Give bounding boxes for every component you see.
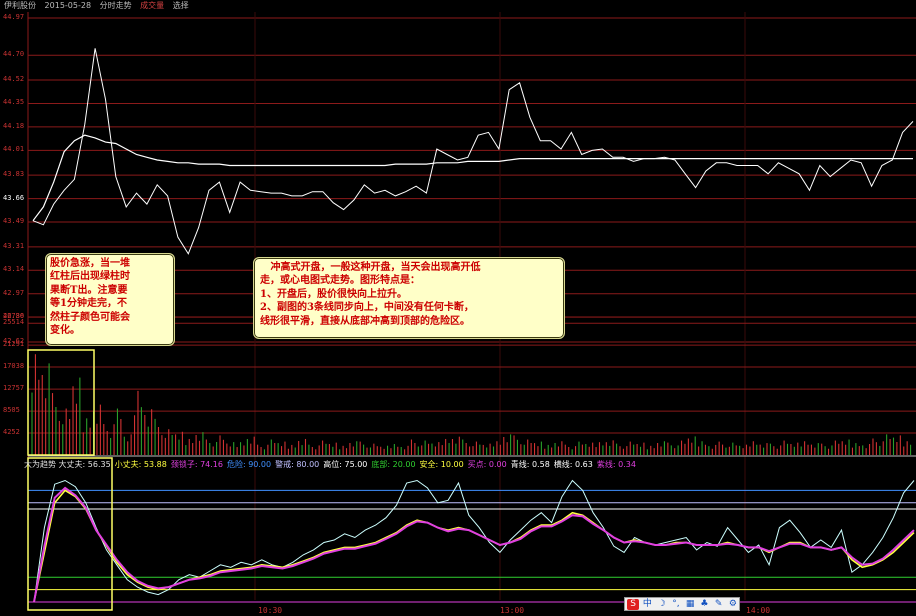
callout-line: 变化。: [50, 325, 80, 337]
indicator-legend-item: 危险: 90.00: [226, 460, 272, 469]
price-tick-label: 44.97: [3, 13, 25, 21]
indicator-legend-item: 大为趋势 大丈夫: 56.35: [24, 460, 111, 469]
price-tick-label: 43.49: [3, 217, 25, 226]
price-tick-label: 42.97: [3, 288, 25, 297]
callout-line: 走，或心电图式走势。图形特点是：: [260, 275, 420, 287]
volume-tick-label: 25514: [3, 318, 25, 327]
price-tick-label: 44.70: [3, 50, 25, 59]
skin-icon[interactable]: ♣: [698, 599, 710, 610]
callout-line: 2、副图的3条线同步向上，中间没有任何卡断，: [260, 302, 474, 314]
volume-tick-label: 17038: [3, 362, 25, 371]
stock-name: 伊利股份: [4, 1, 36, 10]
average-price-line: [32, 134, 913, 222]
price-line: [32, 48, 914, 255]
indicator-legend-item: 横线: 0.63: [553, 460, 593, 469]
price-tick-label: 43.83: [3, 170, 25, 179]
callout-line: 红柱后出现绿柱时: [50, 271, 130, 283]
indicator-legend-item: 买点: 0.00: [467, 460, 507, 469]
volume-tick-label: 4252: [3, 428, 20, 437]
chart-mode[interactable]: 分时走势: [100, 1, 132, 10]
indicator-line-neck: [33, 486, 915, 603]
indicator-legend-item: 小丈夫: 53.88: [114, 460, 167, 469]
punctuation-icon[interactable]: °,: [670, 599, 682, 610]
ime-toolbar[interactable]: S 中 ☽ °, ▦ ♣ ✎ ⚙: [624, 597, 740, 611]
volume-label[interactable]: 成交量: [140, 1, 164, 10]
indicator-legend-item: 青线: 0.58: [510, 460, 550, 469]
sogou-icon[interactable]: S: [627, 598, 640, 610]
indicator-legend: 大为趋势 大丈夫: 56.35 小丈夫: 53.88 颈锁子: 74.16 危险: 9…: [24, 459, 640, 470]
callout-line: 1、开盘后，股价很快向上拉升。: [260, 288, 407, 300]
indicator-legend-item: 高位: 75.00: [323, 460, 368, 469]
indicator-legend-item: 紫线: 0.34: [596, 460, 636, 469]
callout-line: 等1分钟走完，不: [50, 298, 127, 310]
callout-high-open: 冲高式开盘，一般这种开盘，当天会出现高开低 走，或心电图式走势。图形特点是： 1…: [253, 257, 565, 339]
indicator-legend-item: 警戒: 80.00: [275, 460, 320, 469]
time-label: 13:00: [500, 606, 525, 615]
chart-date: 2015-05-28: [44, 1, 92, 10]
highlight-box-volume: [27, 349, 95, 456]
time-label: 14:00: [746, 606, 771, 615]
indicator-legend-item: 颈锁子: 74.16: [170, 460, 223, 469]
time-label: 10:30: [258, 606, 283, 615]
indicator-line-big: [33, 479, 915, 603]
callout-line: 然柱子颜色可能会: [50, 311, 130, 323]
price-tick-label: 43.66: [3, 193, 25, 202]
price-tick-label: 44.01: [3, 145, 25, 154]
volume-tick-label: 12757: [3, 384, 25, 393]
intraday-chart-window: 伊利股份 2015-05-28 分时走势 成交量 选择 44.97 44.70 44…: [0, 0, 916, 616]
price-tick-label: 43.31: [3, 241, 25, 250]
pen-icon[interactable]: ✎: [713, 599, 725, 610]
callout-line: 果断T出。注意要: [50, 284, 128, 296]
indicator-legend-item: 底部: 20.00: [371, 460, 416, 469]
price-tick-label: 43.14: [3, 265, 25, 274]
settings-icon[interactable]: ⚙: [727, 599, 739, 610]
price-tick-label: 44.52: [3, 75, 25, 84]
callout-line: 线形很平滑，直接从底部冲高到顶部的危险区。: [260, 315, 470, 327]
callout-line: 冲高式开盘，一般这种开盘，当天会出现高开低: [260, 262, 481, 273]
price-tick-label: 44.18: [3, 121, 25, 130]
volume-tick-label: 21291: [3, 340, 25, 349]
price-tick-label: 44.35: [3, 98, 25, 107]
indicator-legend-item: 安全: 10.00: [419, 460, 464, 469]
select-label[interactable]: 选择: [173, 1, 189, 10]
callout-sharp-rise: 股价急涨，当一堆 红柱后出现绿柱时 果断T出。注意要 等1分钟走完，不 然柱子颜…: [45, 253, 175, 346]
moon-icon[interactable]: ☽: [656, 599, 668, 610]
volume-tick-label: 8505: [3, 406, 20, 415]
callout-line: 股价急涨，当一堆: [50, 258, 130, 269]
chinese-mode-icon[interactable]: 中: [641, 599, 653, 610]
chart-header: 伊利股份 2015-05-28 分时走势 成交量 选择: [0, 0, 195, 12]
keyboard-icon[interactable]: ▦: [684, 599, 696, 610]
